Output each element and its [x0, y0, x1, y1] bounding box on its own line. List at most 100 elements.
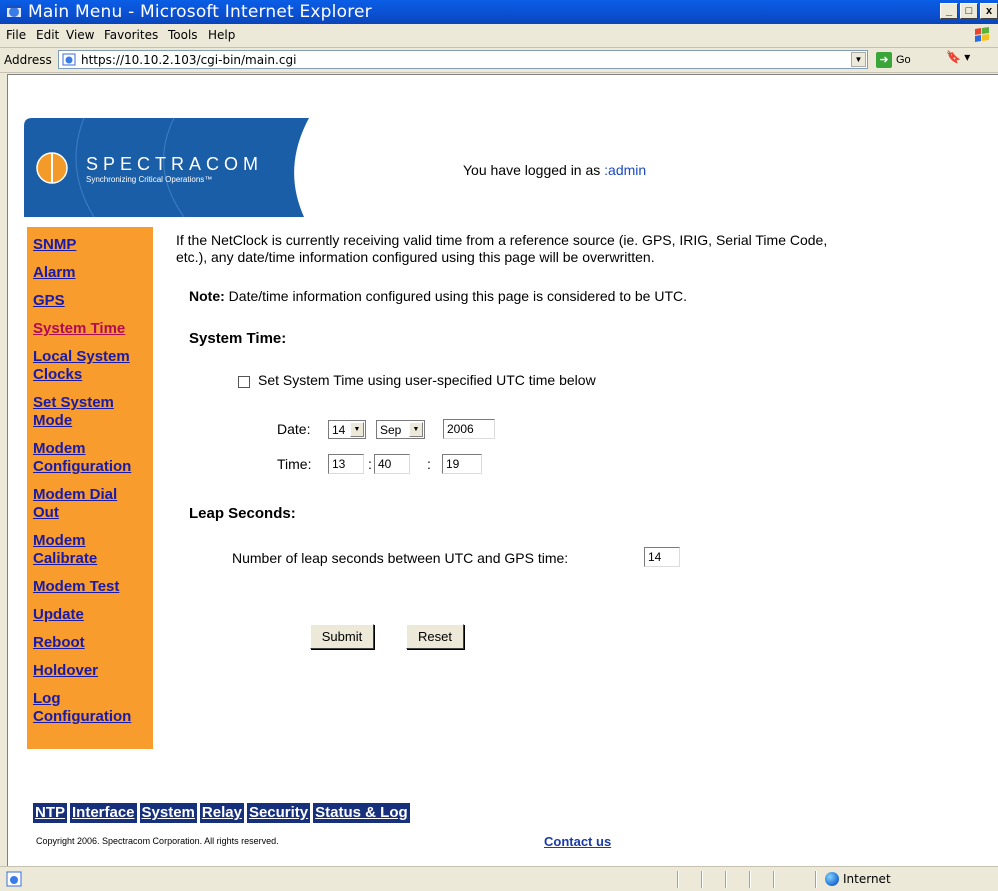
time-second-input[interactable]	[442, 454, 482, 474]
menu-favorites[interactable]: Favorites	[104, 28, 158, 42]
address-bar: Address https://10.10.2.103/cgi-bin/main…	[0, 48, 998, 73]
page-content: SPECTRACOM Synchronizing Critical Operat…	[7, 74, 998, 866]
bottom-nav-interface[interactable]: Interface	[70, 803, 137, 823]
date-day-select[interactable]: 14 ▼	[328, 420, 366, 439]
window-title: Main Menu - Microsoft Internet Explorer	[28, 2, 372, 22]
leap-seconds-input[interactable]	[644, 547, 680, 567]
nav-modem-test[interactable]: Modem Test	[33, 578, 119, 596]
title-bar: Main Menu - Microsoft Internet Explorer …	[0, 0, 998, 24]
menu-help[interactable]: Help	[208, 28, 235, 42]
reset-button[interactable]: Reset	[406, 624, 464, 649]
nav-modem-dial-out[interactable]: Modem Dial	[33, 486, 117, 504]
nav-log-configuration[interactable]: Log	[33, 690, 61, 708]
bottom-nav-relay[interactable]: Relay	[199, 803, 244, 823]
bottom-nav-security[interactable]: Security	[246, 803, 311, 823]
address-label: Address	[4, 53, 52, 67]
menu-edit[interactable]: Edit	[36, 28, 59, 42]
logo-tagline: Synchronizing Critical Operations™	[86, 175, 212, 184]
nav-reboot[interactable]: Reboot	[33, 634, 85, 652]
go-label: Go	[896, 54, 911, 66]
nav-update[interactable]: Update	[33, 606, 84, 624]
submit-button[interactable]: Submit	[310, 624, 374, 649]
date-month-select[interactable]: Sep ▼	[376, 420, 425, 439]
set-system-time-label: Set System Time using user-specified UTC…	[258, 372, 596, 388]
status-divider	[701, 871, 703, 888]
bottom-nav: NTP Interface System Relay Security Stat…	[33, 803, 410, 823]
dropdown-arrow-icon: ▼	[409, 422, 423, 437]
spectracom-logo: SPECTRACOM Synchronizing Critical Operat…	[24, 118, 309, 217]
logged-in-user: :admin	[604, 162, 647, 178]
nav-alarm[interactable]: Alarm	[33, 264, 76, 282]
windows-logo-icon	[975, 27, 989, 42]
nav-set-system-mode[interactable]: Set System	[33, 394, 114, 412]
nav-local-system-clocks[interactable]: Local System	[33, 348, 130, 366]
set-system-time-checkbox[interactable]	[238, 376, 250, 388]
intro-line-1: If the NetClock is currently receiving v…	[176, 232, 828, 248]
nav-set-system-mode-2[interactable]: Mode	[33, 412, 72, 430]
leap-seconds-heading: Leap Seconds:	[189, 505, 296, 522]
system-time-heading: System Time:	[189, 330, 287, 347]
intro-line-2: etc.), any date/time information configu…	[176, 249, 655, 265]
menu-view[interactable]: View	[66, 28, 94, 42]
menu-file[interactable]: File	[6, 28, 26, 42]
address-dropdown-icon[interactable]: ▼	[851, 52, 866, 67]
page-status-icon	[6, 871, 22, 887]
ie-logo-icon	[7, 5, 21, 17]
security-zone: Internet	[825, 872, 891, 886]
nav-local-system-clocks-2[interactable]: Clocks	[33, 366, 82, 384]
bottom-nav-ntp[interactable]: NTP	[33, 803, 67, 823]
status-divider	[677, 871, 679, 888]
links-button[interactable]: 🔖 ▾	[946, 50, 970, 64]
date-month-value: Sep	[380, 423, 402, 437]
nav-modem-configuration-2[interactable]: Configuration	[33, 458, 131, 476]
intro-text: If the NetClock is currently receiving v…	[176, 232, 976, 266]
menu-bar: File Edit View Favorites Tools Help	[0, 24, 998, 48]
contact-us-link[interactable]: Contact us	[544, 834, 611, 849]
go-button[interactable]: ➜ Go	[876, 51, 911, 69]
menu-tools[interactable]: Tools	[168, 28, 198, 42]
note-text: Note: Date/time information configured u…	[189, 288, 687, 305]
globe-icon	[825, 872, 839, 886]
status-divider	[749, 871, 751, 888]
time-minute-input[interactable]	[374, 454, 410, 474]
nav-modem-calibrate[interactable]: Modem	[33, 532, 86, 550]
nav-system-time[interactable]: System Time	[33, 320, 125, 338]
logo-text: SPECTRACOM	[86, 154, 263, 174]
date-label: Date:	[277, 421, 311, 437]
note-body: Date/time information configured using t…	[224, 288, 688, 304]
status-bar: Internet	[0, 866, 998, 891]
note-label: Note:	[189, 288, 225, 304]
zone-label: Internet	[843, 872, 891, 886]
address-input[interactable]: https://10.10.2.103/cgi-bin/main.cgi ▼	[58, 50, 868, 69]
status-divider	[773, 871, 775, 888]
nav-modem-calibrate-2[interactable]: Calibrate	[33, 550, 97, 568]
leap-seconds-label: Number of leap seconds between UTC and G…	[232, 550, 569, 566]
time-colon-1: :	[368, 456, 372, 472]
bottom-nav-system[interactable]: System	[139, 803, 197, 823]
nav-gps[interactable]: GPS	[33, 292, 65, 310]
logged-in-prefix: You have logged in as	[463, 162, 605, 178]
nav-modem-configuration[interactable]: Modem	[33, 440, 86, 458]
dropdown-arrow-icon: ▼	[350, 422, 364, 437]
nav-snmp[interactable]: SNMP	[33, 236, 76, 254]
nav-log-configuration-2[interactable]: Configuration	[33, 708, 131, 726]
time-colon-2: :	[427, 456, 431, 472]
go-arrow-icon: ➜	[876, 52, 892, 68]
time-label: Time:	[277, 456, 312, 472]
date-year-input[interactable]	[443, 419, 495, 439]
time-hour-input[interactable]	[328, 454, 364, 474]
logged-in-status: You have logged in as :admin	[463, 162, 646, 178]
copyright: Copyright 2006. Spectracom Corporation. …	[36, 836, 279, 846]
status-divider	[815, 871, 817, 888]
page-icon	[62, 53, 76, 66]
bottom-nav-status-log[interactable]: Status & Log	[313, 803, 410, 823]
status-divider	[725, 871, 727, 888]
nav-modem-dial-out-2[interactable]: Out	[33, 504, 59, 522]
browser-window: Main Menu - Microsoft Internet Explorer …	[0, 0, 998, 891]
maximize-button[interactable]: □	[960, 3, 978, 19]
close-button[interactable]: x	[980, 3, 998, 19]
nav-holdover[interactable]: Holdover	[33, 662, 98, 680]
minimize-button[interactable]: _	[940, 3, 958, 19]
left-nav: SNMP Alarm GPS System Time Local System …	[27, 227, 153, 749]
date-day-value: 14	[332, 423, 346, 437]
